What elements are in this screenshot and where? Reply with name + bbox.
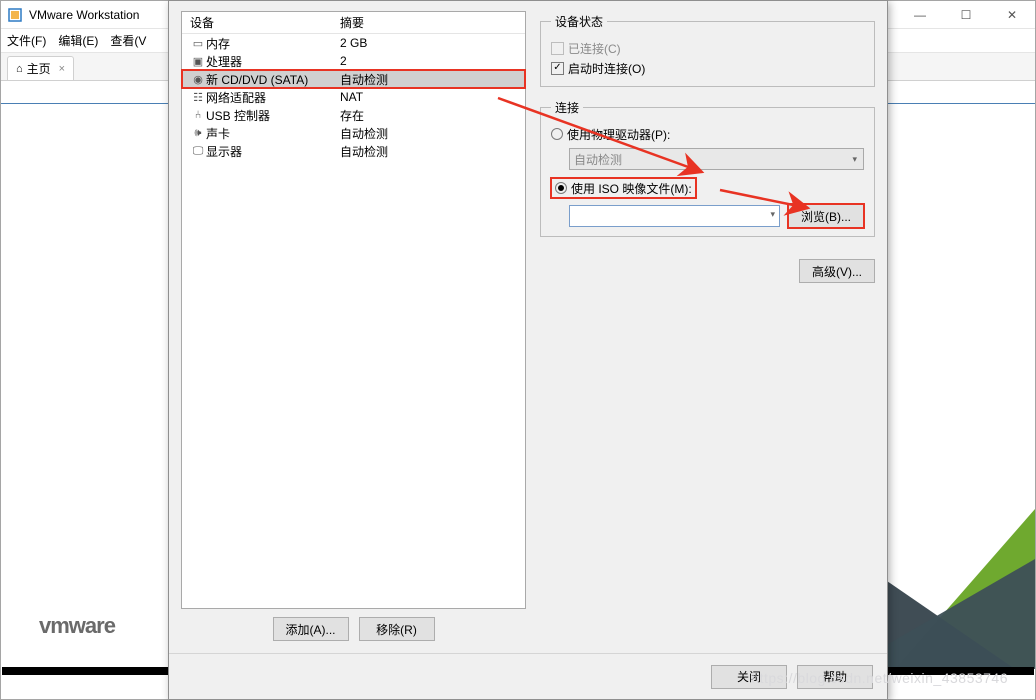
minimize-button[interactable]: — (897, 1, 943, 28)
device-icon: ⑃ (190, 109, 206, 121)
add-hardware-button[interactable]: 添加(A)... (273, 617, 349, 641)
hardware-row[interactable]: 🖵显示器自动检测 (182, 142, 525, 160)
tab-home-label: 主页 (27, 60, 51, 77)
vm-settings-dialog: 设备 摘要 ▭内存2 GB▣处理器2◉新 CD/DVD (SATA)自动检测☷网… (168, 0, 888, 700)
vmware-logo: vmware (39, 613, 115, 639)
device-name: 内存 (206, 35, 340, 52)
close-window-button[interactable]: ✕ (989, 1, 1035, 28)
hardware-panel: 设备 摘要 ▭内存2 GB▣处理器2◉新 CD/DVD (SATA)自动检测☷网… (181, 11, 526, 641)
hardware-row[interactable]: ⑃USB 控制器存在 (182, 106, 525, 124)
device-name: 网络适配器 (206, 89, 340, 106)
use-iso-label: 使用 ISO 映像文件(M): (571, 180, 692, 197)
maximize-button[interactable]: ☐ (943, 1, 989, 28)
col-header-device: 设备 (182, 14, 340, 31)
menu-view[interactable]: 查看(V (110, 32, 146, 49)
physical-drive-combo: 自动检测 ▾ (569, 148, 864, 170)
device-name: 处理器 (206, 53, 340, 70)
hardware-row[interactable]: 🕪声卡自动检测 (182, 124, 525, 142)
device-icon: 🕪 (190, 127, 206, 140)
device-summary: 存在 (340, 107, 525, 124)
hardware-row[interactable]: ▭内存2 GB (182, 34, 525, 52)
use-physical-drive-label: 使用物理驱动器(P): (567, 126, 670, 143)
device-icon: ▭ (190, 37, 206, 50)
device-summary: 自动检测 (340, 125, 525, 142)
col-header-summary: 摘要 (340, 14, 525, 31)
chevron-down-icon[interactable]: ▾ (770, 209, 775, 220)
window-controls: — ☐ ✕ (897, 1, 1035, 28)
browse-button[interactable]: 浏览(B)... (788, 204, 864, 228)
use-iso-radio[interactable] (555, 182, 567, 194)
device-name: 声卡 (206, 125, 340, 142)
menu-edit[interactable]: 编辑(E) (58, 32, 98, 49)
connected-label: 已连接(C) (568, 40, 621, 57)
device-status-legend: 设备状态 (551, 13, 607, 30)
watermark-text: https://blog.csdn.net/weixin_43853746 (751, 670, 1008, 686)
device-icon: ☷ (190, 91, 206, 104)
use-physical-drive-radio[interactable] (551, 128, 563, 140)
device-icon: ◉ (190, 73, 206, 86)
device-name: USB 控制器 (206, 107, 340, 124)
connection-group: 连接 使用物理驱动器(P): 自动检测 ▾ 使用 ISO 映像文件(M): ▾ (540, 99, 875, 237)
menu-file[interactable]: 文件(F) (7, 32, 46, 49)
hardware-row[interactable]: ☷网络适配器NAT (182, 88, 525, 106)
device-summary: NAT (340, 90, 525, 104)
connect-at-poweron-checkbox[interactable] (551, 62, 564, 75)
device-name: 新 CD/DVD (SATA) (206, 71, 340, 88)
device-name: 显示器 (206, 143, 340, 160)
device-summary: 2 GB (340, 36, 525, 50)
connection-legend: 连接 (551, 99, 583, 116)
hardware-row[interactable]: ▣处理器2 (182, 52, 525, 70)
device-status-group: 设备状态 已连接(C) 启动时连接(O) (540, 13, 875, 87)
tab-close-icon[interactable]: × (59, 63, 65, 75)
iso-path-input[interactable]: ▾ (569, 205, 780, 227)
hardware-list[interactable]: 设备 摘要 ▭内存2 GB▣处理器2◉新 CD/DVD (SATA)自动检测☷网… (181, 11, 526, 609)
hardware-list-header: 设备 摘要 (182, 12, 525, 34)
device-settings-panel: 设备状态 已连接(C) 启动时连接(O) 连接 使用物理驱动器(P): 自动检测 (540, 11, 875, 641)
advanced-button[interactable]: 高级(V)... (799, 259, 875, 283)
device-summary: 自动检测 (340, 143, 525, 160)
physical-drive-value: 自动检测 (574, 151, 622, 168)
connected-checkbox (551, 42, 564, 55)
device-summary: 2 (340, 54, 525, 68)
remove-hardware-button[interactable]: 移除(R) (359, 617, 435, 641)
home-icon: ⌂ (16, 63, 23, 75)
chevron-down-icon: ▾ (852, 154, 857, 165)
device-icon: 🖵 (190, 145, 206, 158)
use-iso-radio-row: 使用 ISO 映像文件(M): (551, 178, 696, 198)
device-icon: ▣ (190, 55, 206, 68)
device-summary: 自动检测 (340, 71, 525, 88)
hardware-actions: 添加(A)... 移除(R) (181, 617, 526, 641)
app-icon (7, 7, 23, 23)
tab-home[interactable]: ⌂ 主页 × (7, 56, 74, 80)
hardware-row[interactable]: ◉新 CD/DVD (SATA)自动检测 (182, 70, 525, 88)
connect-at-poweron-label: 启动时连接(O) (568, 60, 645, 77)
